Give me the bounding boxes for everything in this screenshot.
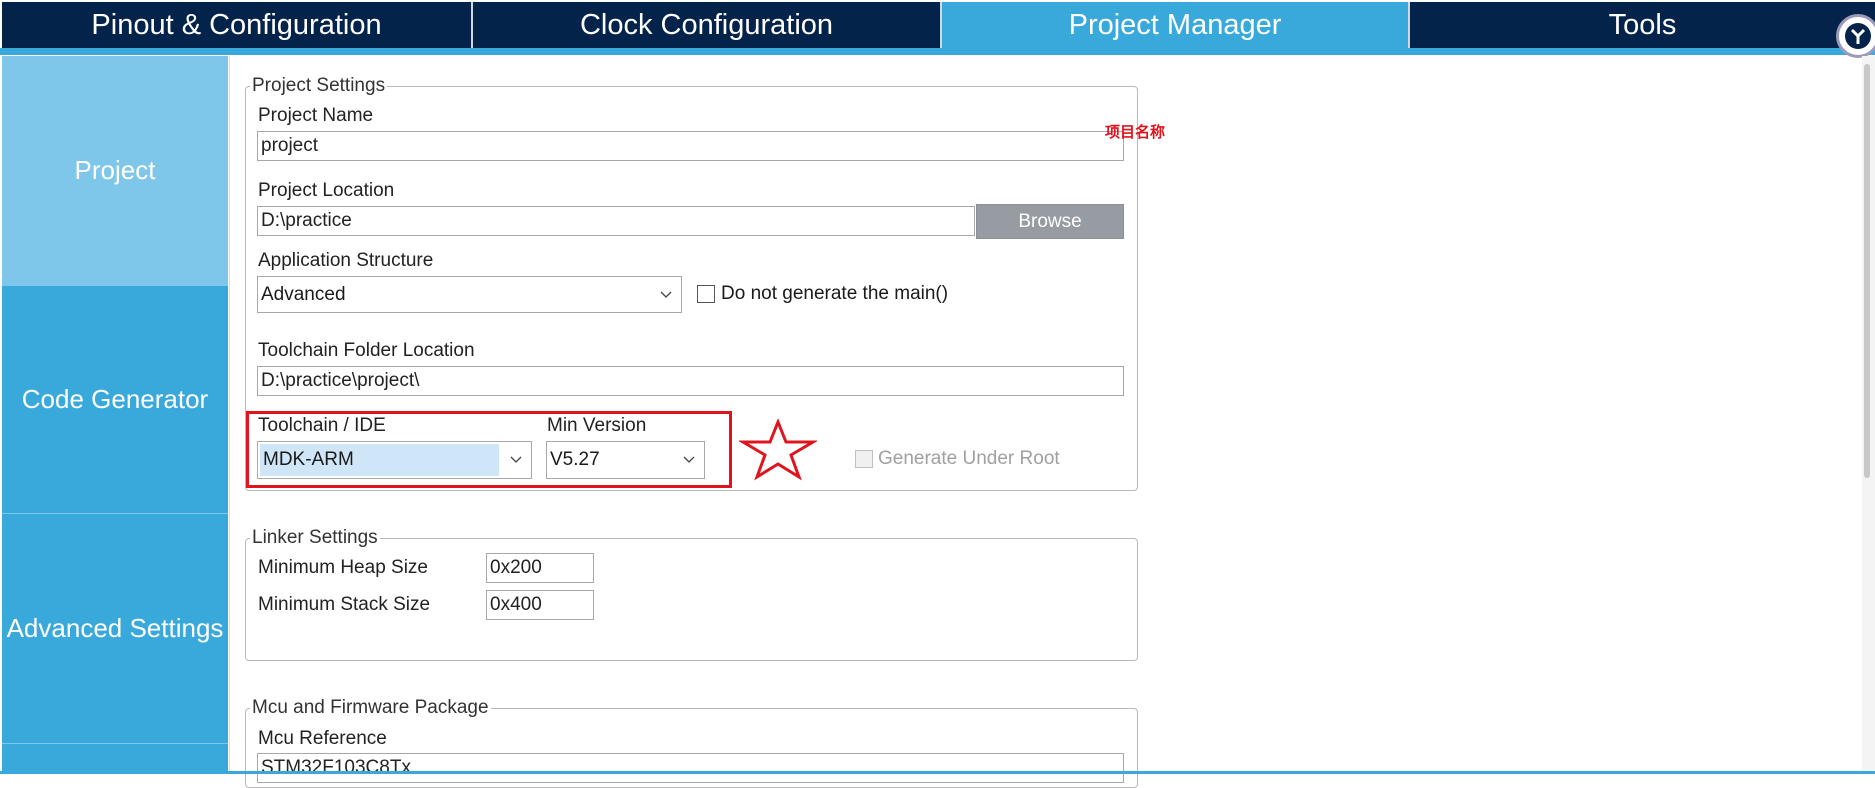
sidebar-divider [229, 56, 230, 774]
tab-tools[interactable]: Tools [1410, 2, 1875, 48]
no-main-checkbox[interactable] [697, 285, 715, 303]
stack-size-label: Minimum Stack Size [258, 594, 431, 615]
project-name-annotation: 项目名称 [1105, 124, 1166, 141]
heap-size-label: Minimum Heap Size [258, 557, 428, 578]
toolchain-folder-label: Toolchain Folder Location [258, 340, 475, 361]
project-location-label: Project Location [258, 180, 395, 201]
application-structure-label: Application Structure [258, 250, 434, 271]
generate-under-root-label: Generate Under Root [878, 448, 1060, 469]
chevron-down-icon [651, 277, 681, 312]
stack-size-input[interactable] [486, 590, 594, 620]
sidebar-item-code-generator[interactable]: Code Generator [2, 286, 228, 514]
mcu-reference-input[interactable] [257, 753, 1124, 783]
cube-logo-icon[interactable] [1836, 14, 1875, 58]
sidebar: Project Code Generator Advanced Settings [2, 56, 228, 774]
application-structure-value: Advanced [261, 283, 346, 305]
linker-settings-title: Linker Settings [250, 527, 380, 549]
tab-project-manager[interactable]: Project Manager [942, 2, 1410, 48]
scrollbar-thumb[interactable] [1864, 64, 1870, 478]
generate-under-root-checkbox[interactable] [855, 450, 873, 468]
application-structure-select[interactable]: Advanced [257, 276, 682, 313]
heap-size-input[interactable] [486, 553, 594, 583]
toolchain-folder-input[interactable] [257, 366, 1124, 396]
sidebar-item-advanced-settings[interactable]: Advanced Settings [2, 514, 228, 744]
project-name-input[interactable] [257, 131, 1124, 161]
tab-underline [0, 48, 1875, 55]
tab-clock-configuration[interactable]: Clock Configuration [473, 2, 942, 48]
mcu-reference-label: Mcu Reference [258, 728, 387, 749]
top-tab-bar: Pinout & Configuration Clock Configurati… [0, 0, 1875, 56]
sidebar-item-project[interactable]: Project [2, 56, 228, 286]
tab-pinout-configuration[interactable]: Pinout & Configuration [2, 2, 473, 48]
annotation-highlight-box [246, 411, 732, 488]
project-settings-title: Project Settings [250, 75, 388, 97]
no-main-label: Do not generate the main() [721, 283, 949, 304]
vertical-scrollbar[interactable] [1862, 56, 1875, 774]
browse-button[interactable]: Browse [976, 204, 1124, 239]
project-name-label: Project Name [258, 105, 374, 126]
mcu-firmware-title: Mcu and Firmware Package [250, 697, 491, 719]
project-location-input[interactable] [257, 206, 975, 236]
star-annotation-icon [739, 419, 817, 481]
